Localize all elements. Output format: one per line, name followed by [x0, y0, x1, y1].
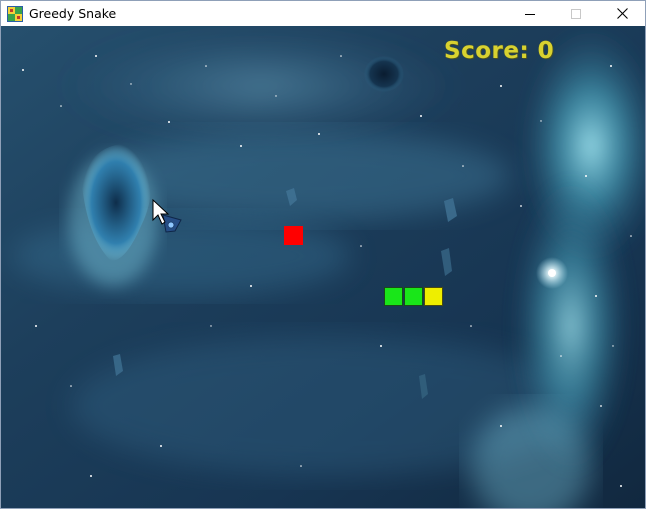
- close-icon: [616, 8, 628, 19]
- mouse-cursor-icon: [152, 198, 182, 233]
- close-button[interactable]: [599, 1, 645, 26]
- space-background: [1, 26, 645, 508]
- maximize-icon: [571, 8, 581, 19]
- title-bar[interactable]: Greedy Snake: [1, 1, 645, 26]
- snake-head: [424, 287, 443, 306]
- window-title: Greedy Snake: [29, 6, 117, 21]
- maximize-button[interactable]: [553, 1, 599, 26]
- snake-app-icon: [7, 6, 23, 22]
- minimize-icon: [525, 13, 535, 15]
- snake-body-segment: [404, 287, 423, 306]
- score-display: Score: 0: [444, 38, 555, 64]
- game-canvas[interactable]: Score: 0: [1, 26, 645, 508]
- snake-body-segment: [384, 287, 403, 306]
- food-item: [284, 226, 303, 245]
- game-window: Greedy Snake Score: 0: [0, 0, 646, 509]
- minimize-button[interactable]: [507, 1, 553, 26]
